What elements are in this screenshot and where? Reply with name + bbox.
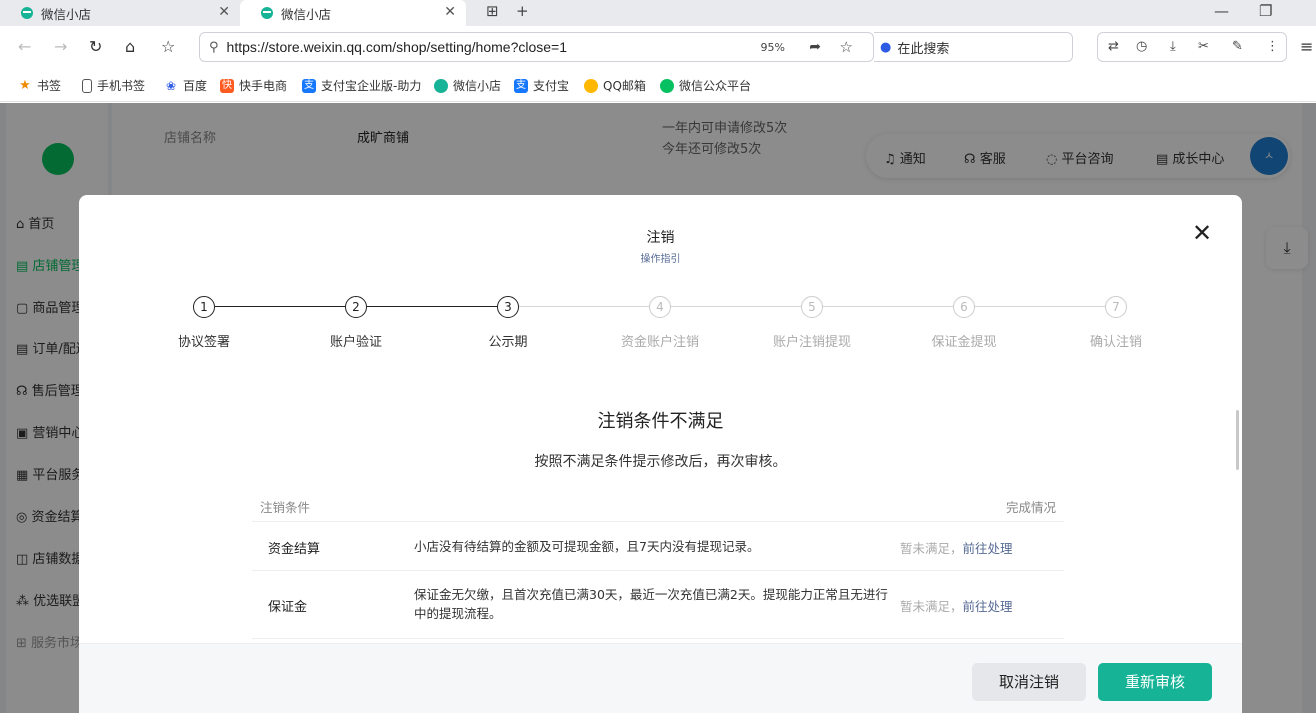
kuaishou-icon: 快 [220,78,234,93]
bookmarks-bar: ★ 书签 手机书签 ❀ 百度 快 快手电商 支 支付宝企业版-助力 微信小店 支… [0,68,1316,102]
browser-tab-bar: 微信小店 ✕ 微信小店 ✕ ⊞ + — ❐ [0,0,1316,26]
bookmark-item[interactable]: 微信公众平台 [660,77,751,94]
bookmark-item[interactable]: QQ邮箱 [584,77,646,94]
tab-title: 微信小店 [281,6,332,22]
tab-title: 微信小店 [41,6,92,22]
column-header-status: 完成情况 [1005,500,1056,515]
qq-mail-icon [584,78,598,93]
re-review-button[interactable]: 重新审核 [1098,663,1212,701]
screenshot-icon[interactable]: ✂ [1198,39,1209,54]
address-toolbar: ← → ↻ ⌂ ☆ ⚲ https://store.weixin.qq.com/… [0,26,1316,68]
browser-tab-2[interactable]: 微信小店 ✕ [240,0,466,26]
step-circle-1: 1 [193,296,215,318]
bookmark-item[interactable]: 手机书签 [82,77,145,94]
step-circle-6: 6 [953,296,975,318]
baidu-icon: ❀ [165,78,177,93]
condition-name: 资金结算 [268,542,321,557]
step-circle-3: 3 [497,296,519,318]
conditions-table: 注销条件 完成情况 资金结算 小店没有待结算的金额及可提现金额，且7天内没有提现… [252,492,1064,639]
restore-icon[interactable]: ❐ [1259,2,1272,20]
download-icon[interactable]: ⤓ [1170,39,1176,54]
go-handle-link[interactable]: 前往处理 [963,541,1013,556]
forward-icon[interactable]: → [54,37,67,56]
go-handle-link[interactable]: 前往处理 [963,599,1013,614]
deregister-dialog: 注销 操作指引 ✕ 1 2 3 4 5 6 7 协议签署 账户验证 公示期 资金… [79,195,1242,713]
share-icon[interactable]: ➦ [809,39,821,55]
url-field[interactable]: ⚲ https://store.weixin.qq.com/shop/setti… [199,32,874,62]
weixin-store-icon [434,78,448,93]
favorite-icon[interactable]: ☆ [840,38,853,56]
wechat-icon [660,78,674,93]
close-tab-icon[interactable]: ✕ [218,4,230,20]
more-menu-icon[interactable]: ⋮ [1266,39,1279,54]
browser-tab-1[interactable]: 微信小店 ✕ [0,0,240,26]
step-label-6: 保证金提现 [931,335,997,350]
column-header-condition: 注销条件 [260,500,311,515]
table-header: 注销条件 完成情况 [252,492,1064,522]
tab-overview-icon[interactable]: ⊞ [486,2,499,20]
alipay-icon: 支 [302,78,316,93]
extension-toolbar: ⇄ ◷ ⤓ ✂ ✎ ⋮ [1097,32,1287,62]
step-label-4: 资金账户注销 [620,335,699,350]
minimize-icon[interactable]: — [1214,2,1229,20]
step-circle-7: 7 [1105,296,1127,318]
zoom-level[interactable]: 95% [761,41,785,54]
search-input[interactable]: 在此搜索 [897,38,949,57]
condition-status: 暂未满足，前往处理 [900,596,1013,615]
result-subline: 按照不满足条件提示修改后，再次审核。 [534,454,787,470]
step-label-3: 公示期 [488,335,528,350]
dialog-scrollbar[interactable] [1236,410,1239,470]
star-icon: ★ [19,77,31,93]
dialog-footer: 取消注销 重新审核 [79,643,1242,713]
condition-name: 保证金 [268,600,308,615]
translate-icon[interactable]: ⇄ [1108,39,1119,54]
step-label-2: 账户验证 [329,335,382,350]
table-row: 资金结算 小店没有待结算的金额及可提现金额，且7天内没有提现记录。 暂未满足，前… [252,522,1064,571]
url-text: https://store.weixin.qq.com/shop/setting… [226,39,567,55]
weixin-store-favicon [260,6,274,20]
bookmark-item[interactable]: ★ 书签 [18,77,61,94]
bookmark-item[interactable]: 快 快手电商 [220,77,287,94]
step-circle-4: 4 [649,296,671,318]
condition-status: 暂未满足，前往处理 [900,538,1013,557]
close-icon[interactable]: ✕ [1192,221,1212,245]
home-icon[interactable]: ⌂ [125,37,135,56]
reload-icon[interactable]: ↻ [89,37,102,56]
bookmark-item[interactable]: 支 支付宝 [514,77,569,94]
bookmark-item[interactable]: 支 支付宝企业版-助力 [302,77,421,94]
table-row: 保证金 保证金无欠缴，且首次充值已满30天，最近一次充值已满2天。提现能力正常且… [252,571,1064,639]
status-text: 暂未满足， [900,541,963,556]
back-icon[interactable]: ← [18,37,31,56]
condition-desc: 保证金无欠缴，且首次充值已满30天，最近一次充值已满2天。提现能力正常且无进行中… [414,587,888,621]
search-box[interactable]: ● 在此搜索 [874,32,1073,62]
guide-link[interactable]: 操作指引 [79,250,1242,265]
step-label-1: 协议签署 [177,335,230,350]
bookmark-item[interactable]: ❀ 百度 [164,77,207,94]
condition-desc: 小店没有待结算的金额及可提现金额，且7天内没有提现记录。 [414,539,760,554]
step-label-7: 确认注销 [1089,335,1142,350]
history-icon[interactable]: ◷ [1136,39,1147,54]
bookmark-star-icon[interactable]: ☆ [161,37,175,56]
baidu-paw-icon: ● [880,39,892,55]
step-circle-2: 2 [345,296,367,318]
weixin-store-favicon [20,6,34,20]
phone-icon [82,78,92,93]
pen-icon[interactable]: ✎ [1232,39,1243,54]
new-tab-icon[interactable]: + [516,2,529,20]
close-tab-icon[interactable]: ✕ [444,4,456,20]
hamburger-menu-icon[interactable]: ≡ [1300,37,1313,56]
step-circle-5: 5 [801,296,823,318]
cancel-deregister-button[interactable]: 取消注销 [972,663,1086,701]
step-label-5: 账户注销提现 [772,335,851,350]
result-headline: 注销条件不满足 [597,411,724,432]
status-text: 暂未满足， [900,599,963,614]
bookmark-item[interactable]: 微信小店 [434,77,501,94]
dialog-title: 注销 [646,230,675,246]
alipay-icon: 支 [514,78,528,93]
search-icon: ⚲ [209,39,219,55]
